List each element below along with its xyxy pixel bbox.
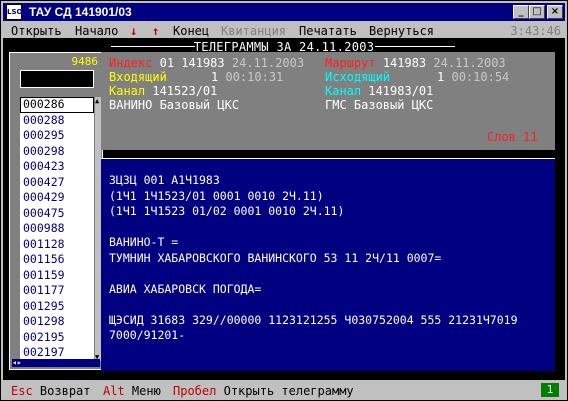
incoming-number: 1 [211, 70, 219, 84]
list-item[interactable]: 001177 [20, 283, 94, 299]
app-window: LSO ТАУ СД 141901/03 _ □ × Открыть Начал… [0, 0, 568, 401]
status-indicator: 1 [541, 383, 559, 397]
alt-label[interactable]: Меню [132, 384, 161, 398]
list-item[interactable]: 000288 [20, 113, 94, 129]
incoming-label: Входящий [109, 70, 167, 84]
destination-station: ГМС Базовый ЦКС [325, 98, 434, 112]
list-item[interactable]: 001295 [20, 299, 94, 315]
close-button[interactable]: × [547, 5, 563, 19]
route-value: 141983 [382, 56, 427, 70]
list-item[interactable]: 000475 [20, 206, 94, 222]
horizontal-scrollbar[interactable]: ◂▸ [12, 359, 100, 367]
space-label[interactable]: Открыть телеграмму [224, 384, 354, 398]
menu-print[interactable]: Печатать [299, 24, 357, 38]
list-item[interactable]: 001156 [20, 252, 94, 268]
status-bar: Esc Возврат Alt Меню Пробел Открыть теле… [3, 382, 565, 398]
index-date: 24.11.2003 [231, 56, 305, 70]
scroll-up-icon[interactable]: ▲ [95, 97, 99, 105]
index-label: Индекс [109, 56, 153, 70]
channel-in: 141523/01 [152, 84, 218, 98]
minimize-button[interactable]: _ [513, 5, 529, 19]
menu-bar: Открыть Начало ↓ ↑ Конец Квитанция Печат… [3, 22, 565, 38]
list-item[interactable]: 001128 [20, 237, 94, 253]
route-label: Маршрут [325, 56, 376, 70]
title-bar: LSO ТАУ СД 141901/03 _ □ × [3, 3, 565, 21]
menu-down-arrow-icon[interactable]: ↓ [130, 24, 137, 38]
list-item[interactable]: 000298 [20, 144, 94, 160]
list-item[interactable]: 000427 [20, 175, 94, 191]
space-key: Пробел [173, 384, 217, 398]
menu-open[interactable]: Открыть [11, 24, 62, 38]
incoming-time: 00:10:31 [225, 70, 284, 84]
channel-in-label: Канал [109, 84, 146, 98]
list-item[interactable]: 001159 [20, 268, 94, 284]
menu-start[interactable]: Начало [75, 24, 118, 38]
app-icon[interactable]: LSO [6, 4, 22, 20]
list-item[interactable]: 000286 [20, 97, 94, 113]
route-date: 24.11.2003 [433, 56, 506, 70]
menu-back[interactable]: Вернуться [369, 24, 434, 38]
words-label: Слов [487, 130, 516, 144]
channel-out-label: Канал [325, 84, 362, 98]
alt-key: Alt [103, 384, 125, 398]
esc-key: Esc [11, 384, 33, 398]
list-item[interactable]: 000429 [20, 190, 94, 206]
list-item[interactable]: 000423 [20, 159, 94, 175]
channel-out: 141983/01 [368, 84, 434, 98]
telegram-header: Индекс 01 141983 24.11.2003 Маршрут 1419… [101, 52, 555, 150]
outgoing-time: 00:10:54 [451, 70, 510, 84]
outgoing-number: 1 [437, 70, 445, 84]
words-count: 11 [523, 130, 538, 144]
window-title: ТАУ СД 141901/03 [29, 5, 132, 19]
menu-up-arrow-icon[interactable]: ↑ [152, 24, 159, 38]
list-item[interactable]: 000295 [20, 128, 94, 144]
list-item[interactable]: 002195 [20, 330, 94, 346]
search-input[interactable] [20, 70, 94, 88]
telegram-list-panel: 9486 000286 000288 000295 000298 000423 00042… [9, 52, 103, 370]
telegram-body-panel[interactable]: ЗЦЗЦ 001 А1Ч1983 (1Ч1 1Ч1523/01 0001 001… [101, 158, 555, 371]
list-item[interactable]: 000988 [20, 221, 94, 237]
list-count: 9486 [71, 55, 99, 68]
list-item[interactable]: 001298 [20, 314, 94, 330]
telegram-body-text: ЗЦЗЦ 001 А1Ч1983 (1Ч1 1Ч1523/01 0001 001… [109, 173, 518, 342]
telegram-list[interactable]: 000286 000288 000295 000298 000423 000427 0004… [20, 97, 94, 361]
index-value: 01 141983 [159, 56, 225, 70]
maximize-button[interactable]: □ [529, 5, 545, 19]
menu-end[interactable]: Конец [173, 24, 209, 38]
source-station: ВАНИНО Базовый ЦКС [109, 98, 240, 112]
title-rule-right [375, 46, 455, 47]
outgoing-label: Исходящий [325, 70, 391, 84]
clock: 3:43:46 [510, 24, 561, 38]
esc-label[interactable]: Возврат [40, 384, 91, 398]
main-area: ТЕЛЕГРАММЫ ЗА 24.11.2003 9486 000286 0002… [3, 38, 565, 380]
menu-receipt: Квитанция [221, 24, 287, 38]
